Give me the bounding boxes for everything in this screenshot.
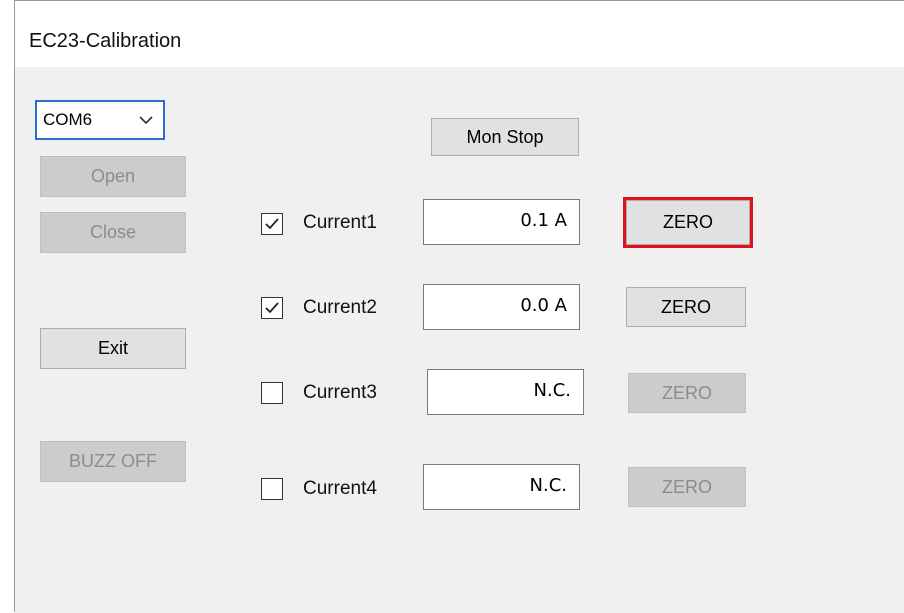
current4-zero-label: ZERO: [661, 476, 712, 497]
current1-zero-button[interactable]: ZERO: [623, 197, 753, 248]
com-port-select[interactable]: COM6: [35, 100, 165, 140]
checkmark-icon: [265, 302, 279, 314]
open-button[interactable]: Open: [40, 156, 186, 197]
mon-stop-button-label: Mon Stop: [466, 126, 544, 147]
mon-stop-button[interactable]: Mon Stop: [431, 118, 579, 156]
calibration-window: EC23-Calibration COM6 Open Close Exit BU…: [14, 0, 904, 613]
buzz-off-button[interactable]: BUZZ OFF: [40, 441, 186, 482]
current2-checkbox[interactable]: [261, 297, 283, 319]
current4-zero-button[interactable]: ZERO: [628, 467, 746, 507]
current3-zero-label: ZERO: [661, 382, 712, 403]
current3-checkbox[interactable]: [261, 382, 283, 404]
checkmark-icon: [265, 218, 279, 230]
current1-value-field: 0.1 A: [423, 199, 580, 245]
current3-value-field: N.C.: [427, 369, 584, 415]
current2-zero-label: ZERO: [660, 296, 711, 317]
current4-label: Current4: [303, 478, 377, 499]
current3-zero-button[interactable]: ZERO: [628, 373, 746, 413]
close-button[interactable]: Close: [40, 212, 186, 253]
close-button-label: Close: [89, 222, 137, 242]
com-port-value: COM6: [43, 110, 93, 129]
current2-value-field: 0.0 A: [423, 284, 580, 330]
buzz-off-button-label: BUZZ OFF: [69, 451, 157, 471]
window-title: EC23-Calibration: [29, 30, 182, 52]
current4-value: N.C.: [529, 475, 567, 496]
current1-zero-label: ZERO: [662, 212, 713, 232]
current4-value-field: N.C.: [423, 464, 580, 510]
title-bar: EC23-Calibration: [15, 1, 904, 67]
open-button-label: Open: [90, 166, 136, 186]
current1-checkbox[interactable]: [261, 213, 283, 235]
current3-value: N.C.: [533, 380, 571, 401]
current4-checkbox[interactable]: [261, 478, 283, 500]
exit-button-label: Exit: [97, 338, 128, 358]
exit-button[interactable]: Exit: [40, 328, 186, 369]
current2-zero-button[interactable]: ZERO: [626, 287, 746, 327]
current2-label: Current2: [303, 297, 377, 318]
current3-label: Current3: [303, 382, 377, 403]
current2-value: 0.0 A: [520, 295, 567, 316]
current1-label: Current1: [303, 212, 377, 233]
current1-value: 0.1 A: [520, 210, 567, 231]
chevron-down-icon: [139, 116, 153, 125]
